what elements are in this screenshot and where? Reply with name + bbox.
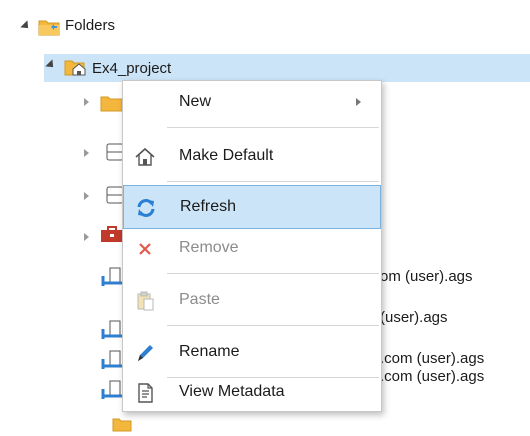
folder-icon <box>100 94 124 116</box>
server-connection-icon <box>100 320 124 344</box>
expand-child-toggle[interactable] <box>84 192 90 200</box>
rename-pen-icon <box>133 341 157 365</box>
menu-item-remove[interactable]: Remove <box>123 227 381 271</box>
folder-icon <box>38 18 60 40</box>
remove-x-icon <box>133 237 157 261</box>
expand-child-toggle[interactable] <box>84 149 90 157</box>
menu-item-label: Rename <box>179 343 240 360</box>
menu-item-label: Make Default <box>179 147 274 164</box>
expand-child-toggle[interactable] <box>84 98 90 106</box>
expand-child-toggle[interactable] <box>84 233 90 241</box>
menu-item-label: View Metadata <box>179 383 285 400</box>
menu-item-label: Remove <box>179 239 239 256</box>
paste-icon <box>133 289 157 313</box>
context-menu: New Make Default Refresh Remove Paste Re… <box>122 80 382 412</box>
submenu-arrow-icon <box>356 98 361 106</box>
menu-item-paste[interactable]: Paste <box>123 279 381 323</box>
server-connection-icon <box>100 267 124 291</box>
project-label[interactable]: Ex4_project <box>92 60 171 77</box>
menu-item-view-metadata[interactable]: View Metadata <box>123 371 381 415</box>
server-connection-icon <box>100 350 124 374</box>
menu-separator <box>167 325 379 326</box>
tree-root-label[interactable]: Folders <box>65 17 115 34</box>
menu-item-refresh[interactable]: Refresh <box>123 185 381 229</box>
home-folder-icon <box>64 58 88 82</box>
menu-item-make-default[interactable]: Make Default <box>123 135 381 179</box>
connection-label[interactable]: .com (user).ags <box>380 350 484 367</box>
menu-item-label: Paste <box>179 291 220 308</box>
connection-label[interactable]: .com (user).ags <box>380 368 484 385</box>
metadata-document-icon <box>133 381 157 405</box>
toolbox-icon <box>100 226 124 248</box>
menu-item-label: Refresh <box>180 198 237 215</box>
menu-item-new[interactable]: New <box>123 81 381 125</box>
menu-item-label: New <box>179 93 212 110</box>
home-icon <box>133 145 157 169</box>
connection-label[interactable]: om (user).ags <box>380 268 473 285</box>
connection-label[interactable]: (user).ags <box>380 309 448 326</box>
menu-separator <box>167 273 379 274</box>
menu-separator <box>167 181 379 182</box>
expand-folders-toggle[interactable] <box>20 20 32 32</box>
folder-icon <box>112 418 132 436</box>
server-connection-icon <box>100 380 124 404</box>
refresh-icon <box>134 196 158 220</box>
menu-separator <box>167 127 379 128</box>
menu-item-rename[interactable]: Rename <box>123 331 381 375</box>
